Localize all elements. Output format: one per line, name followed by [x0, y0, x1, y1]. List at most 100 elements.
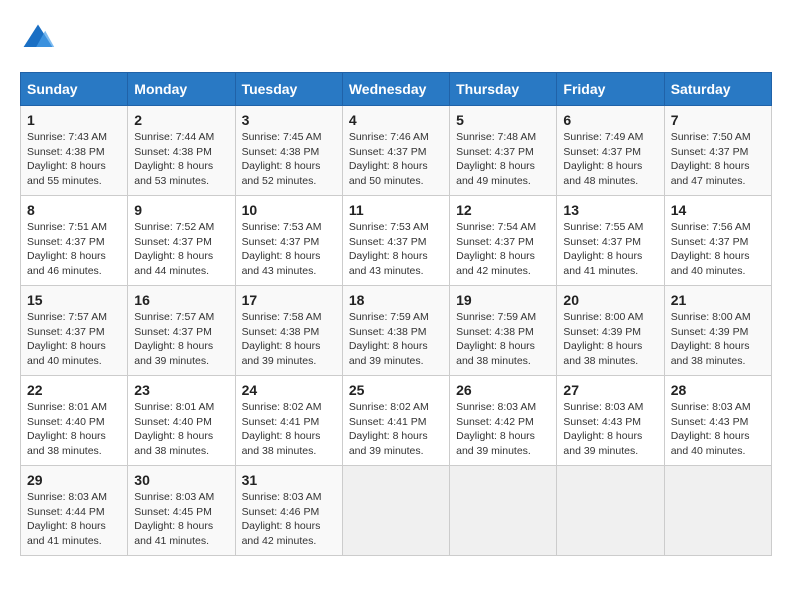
- calendar-cell: 26 Sunrise: 8:03 AM Sunset: 4:42 PM Dayli…: [450, 376, 557, 466]
- day-detail: Sunrise: 7:50 AM Sunset: 4:37 PM Dayligh…: [671, 130, 765, 189]
- calendar-cell: 4 Sunrise: 7:46 AM Sunset: 4:37 PM Daylig…: [342, 106, 449, 196]
- day-number: 3: [242, 112, 336, 128]
- day-detail: Sunrise: 7:57 AM Sunset: 4:37 PM Dayligh…: [134, 310, 228, 369]
- day-number: 18: [349, 292, 443, 308]
- calendar-cell: 14 Sunrise: 7:56 AM Sunset: 4:37 PM Dayli…: [664, 196, 771, 286]
- calendar-cell: 12 Sunrise: 7:54 AM Sunset: 4:37 PM Dayli…: [450, 196, 557, 286]
- day-number: 1: [27, 112, 121, 128]
- calendar-cell: 27Sunrise: 8:03 AM Sunset: 4:43 PM Dayli…: [557, 376, 664, 466]
- day-detail: Sunrise: 7:52 AM Sunset: 4:37 PM Dayligh…: [134, 220, 228, 279]
- calendar-cell: [664, 466, 771, 556]
- calendar-cell: 5 Sunrise: 7:48 AM Sunset: 4:37 PM Daylig…: [450, 106, 557, 196]
- calendar-cell: [450, 466, 557, 556]
- day-detail: Sunrise: 8:02 AM Sunset: 4:41 PM Dayligh…: [242, 400, 336, 459]
- calendar-cell: 11 Sunrise: 7:53 AM Sunset: 4:37 PM Dayli…: [342, 196, 449, 286]
- day-detail: Sunrise: 7:58 AM Sunset: 4:38 PM Dayligh…: [242, 310, 336, 369]
- calendar-cell: 23Sunrise: 8:01 AM Sunset: 4:40 PM Dayli…: [128, 376, 235, 466]
- day-detail: Sunrise: 7:55 AM Sunset: 4:37 PM Dayligh…: [563, 220, 657, 279]
- day-number: 9: [134, 202, 228, 218]
- day-detail: Sunrise: 8:01 AM Sunset: 4:40 PM Dayligh…: [27, 400, 121, 459]
- day-number: 5: [456, 112, 550, 128]
- calendar-cell: 7Sunrise: 7:50 AM Sunset: 4:37 PM Daylig…: [664, 106, 771, 196]
- day-detail: Sunrise: 7:57 AM Sunset: 4:37 PM Dayligh…: [27, 310, 121, 369]
- day-detail: Sunrise: 7:56 AM Sunset: 4:37 PM Dayligh…: [671, 220, 765, 279]
- day-detail: Sunrise: 8:03 AM Sunset: 4:45 PM Dayligh…: [134, 490, 228, 549]
- calendar-cell: 24 Sunrise: 8:02 AM Sunset: 4:41 PM Dayli…: [235, 376, 342, 466]
- day-number: 14: [671, 202, 765, 218]
- header-cell: Thursday: [450, 73, 557, 106]
- calendar-cell: 19Sunrise: 7:59 AM Sunset: 4:38 PM Dayli…: [450, 286, 557, 376]
- day-detail: Sunrise: 7:53 AM Sunset: 4:37 PM Dayligh…: [242, 220, 336, 279]
- day-number: 16: [134, 292, 228, 308]
- calendar-cell: 1 Sunrise: 7:43 AM Sunset: 4:38 PM Daylig…: [21, 106, 128, 196]
- calendar-cell: 9 Sunrise: 7:52 AM Sunset: 4:37 PM Daylig…: [128, 196, 235, 286]
- day-number: 12: [456, 202, 550, 218]
- day-number: 19: [456, 292, 550, 308]
- day-number: 30: [134, 472, 228, 488]
- day-number: 8: [27, 202, 121, 218]
- day-number: 22: [27, 382, 121, 398]
- day-number: 13: [563, 202, 657, 218]
- header-cell: Wednesday: [342, 73, 449, 106]
- day-number: 6: [563, 112, 657, 128]
- calendar-cell: 16 Sunrise: 7:57 AM Sunset: 4:37 PM Dayli…: [128, 286, 235, 376]
- calendar-cell: [557, 466, 664, 556]
- header-cell: Saturday: [664, 73, 771, 106]
- day-detail: Sunrise: 7:59 AM Sunset: 4:38 PM Dayligh…: [349, 310, 443, 369]
- day-detail: Sunrise: 8:00 AM Sunset: 4:39 PM Dayligh…: [671, 310, 765, 369]
- calendar-cell: 31 Sunrise: 8:03 AM Sunset: 4:46 PM Dayli…: [235, 466, 342, 556]
- day-detail: Sunrise: 7:54 AM Sunset: 4:37 PM Dayligh…: [456, 220, 550, 279]
- calendar-cell: 10 Sunrise: 7:53 AM Sunset: 4:37 PM Dayli…: [235, 196, 342, 286]
- calendar-body: 1 Sunrise: 7:43 AM Sunset: 4:38 PM Daylig…: [21, 106, 772, 556]
- day-detail: Sunrise: 8:03 AM Sunset: 4:43 PM Dayligh…: [671, 400, 765, 459]
- calendar-table: SundayMondayTuesdayWednesdayThursdayFrid…: [20, 72, 772, 556]
- header-row: SundayMondayTuesdayWednesdayThursdayFrid…: [21, 73, 772, 106]
- day-detail: Sunrise: 7:43 AM Sunset: 4:38 PM Dayligh…: [27, 130, 121, 189]
- calendar-cell: 17 Sunrise: 7:58 AM Sunset: 4:38 PM Dayli…: [235, 286, 342, 376]
- day-number: 25: [349, 382, 443, 398]
- calendar-cell: 18 Sunrise: 7:59 AM Sunset: 4:38 PM Dayli…: [342, 286, 449, 376]
- day-detail: Sunrise: 7:53 AM Sunset: 4:37 PM Dayligh…: [349, 220, 443, 279]
- day-number: 2: [134, 112, 228, 128]
- calendar-cell: 21 Sunrise: 8:00 AM Sunset: 4:39 PM Dayli…: [664, 286, 771, 376]
- day-detail: Sunrise: 7:48 AM Sunset: 4:37 PM Dayligh…: [456, 130, 550, 189]
- calendar-row: 22 Sunrise: 8:01 AM Sunset: 4:40 PM Dayli…: [21, 376, 772, 466]
- header-cell: Sunday: [21, 73, 128, 106]
- day-detail: Sunrise: 8:03 AM Sunset: 4:43 PM Dayligh…: [563, 400, 657, 459]
- calendar-cell: 29 Sunrise: 8:03 AM Sunset: 4:44 PM Dayli…: [21, 466, 128, 556]
- day-number: 17: [242, 292, 336, 308]
- day-number: 4: [349, 112, 443, 128]
- day-number: 10: [242, 202, 336, 218]
- day-detail: Sunrise: 8:03 AM Sunset: 4:46 PM Dayligh…: [242, 490, 336, 549]
- day-detail: Sunrise: 7:46 AM Sunset: 4:37 PM Dayligh…: [349, 130, 443, 189]
- day-detail: Sunrise: 8:03 AM Sunset: 4:42 PM Dayligh…: [456, 400, 550, 459]
- day-number: 24: [242, 382, 336, 398]
- day-detail: Sunrise: 8:00 AM Sunset: 4:39 PM Dayligh…: [563, 310, 657, 369]
- day-number: 20: [563, 292, 657, 308]
- calendar-cell: 25 Sunrise: 8:02 AM Sunset: 4:41 PM Dayli…: [342, 376, 449, 466]
- day-number: 21: [671, 292, 765, 308]
- calendar-cell: 22 Sunrise: 8:01 AM Sunset: 4:40 PM Dayli…: [21, 376, 128, 466]
- calendar-cell: [342, 466, 449, 556]
- header-cell: Tuesday: [235, 73, 342, 106]
- day-detail: Sunrise: 7:49 AM Sunset: 4:37 PM Dayligh…: [563, 130, 657, 189]
- calendar-row: 1 Sunrise: 7:43 AM Sunset: 4:38 PM Daylig…: [21, 106, 772, 196]
- calendar-cell: 6 Sunrise: 7:49 AM Sunset: 4:37 PM Daylig…: [557, 106, 664, 196]
- logo-icon: [20, 20, 56, 56]
- calendar-cell: 13 Sunrise: 7:55 AM Sunset: 4:37 PM Dayli…: [557, 196, 664, 286]
- calendar-cell: 8 Sunrise: 7:51 AM Sunset: 4:37 PM Daylig…: [21, 196, 128, 286]
- day-number: 11: [349, 202, 443, 218]
- day-detail: Sunrise: 8:03 AM Sunset: 4:44 PM Dayligh…: [27, 490, 121, 549]
- day-detail: Sunrise: 8:01 AM Sunset: 4:40 PM Dayligh…: [134, 400, 228, 459]
- calendar-cell: 28 Sunrise: 8:03 AM Sunset: 4:43 PM Dayli…: [664, 376, 771, 466]
- day-detail: Sunrise: 8:02 AM Sunset: 4:41 PM Dayligh…: [349, 400, 443, 459]
- day-number: 28: [671, 382, 765, 398]
- day-detail: Sunrise: 7:51 AM Sunset: 4:37 PM Dayligh…: [27, 220, 121, 279]
- day-number: 29: [27, 472, 121, 488]
- day-detail: Sunrise: 7:45 AM Sunset: 4:38 PM Dayligh…: [242, 130, 336, 189]
- header-cell: Friday: [557, 73, 664, 106]
- day-detail: Sunrise: 7:44 AM Sunset: 4:38 PM Dayligh…: [134, 130, 228, 189]
- calendar-cell: 15Sunrise: 7:57 AM Sunset: 4:37 PM Dayli…: [21, 286, 128, 376]
- day-number: 31: [242, 472, 336, 488]
- day-number: 26: [456, 382, 550, 398]
